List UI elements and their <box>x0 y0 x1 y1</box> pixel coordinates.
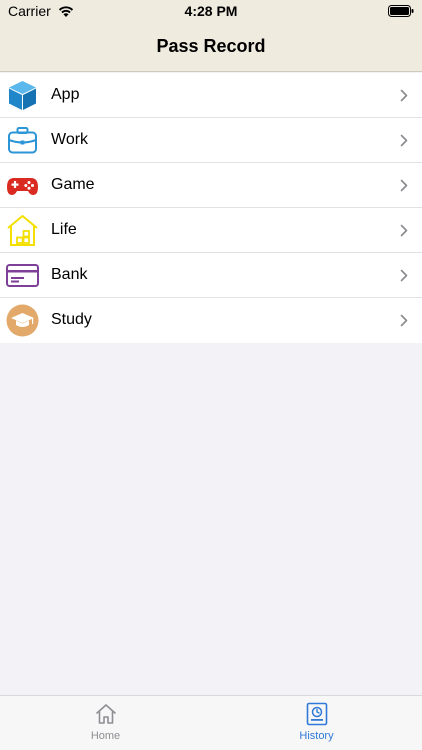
page-title: Pass Record <box>156 36 266 56</box>
tab-home-label: Home <box>90 730 121 742</box>
category-label: Life <box>51 221 77 238</box>
tab-home[interactable]: Home <box>0 696 211 750</box>
navigation-bar: Carrier 4:28 PM Pass Record <box>0 0 422 72</box>
category-list: App Work Game Life Bank Study <box>0 73 422 343</box>
chevron-right-icon <box>400 269 408 282</box>
gamepad-icon <box>7 178 38 195</box>
home-icon <box>95 704 116 724</box>
category-label: App <box>51 86 80 103</box>
chevron-right-icon <box>400 224 408 237</box>
category-row-game[interactable]: Game <box>0 163 422 208</box>
category-row-study[interactable]: Study <box>0 298 422 343</box>
chevron-right-icon <box>400 89 408 102</box>
category-row-bank[interactable]: Bank <box>0 253 422 298</box>
category-row-work[interactable]: Work <box>0 118 422 163</box>
category-label: Bank <box>51 266 88 283</box>
briefcase-icon <box>8 127 37 154</box>
category-row-app[interactable]: App <box>0 73 422 118</box>
category-row-life[interactable]: Life <box>0 208 422 253</box>
battery-icon <box>388 5 414 17</box>
status-bar: Carrier 4:28 PM <box>0 0 422 24</box>
cube-icon <box>9 81 36 110</box>
tab-bar: Home History <box>0 695 422 750</box>
chevron-right-icon <box>400 134 408 147</box>
category-label: Work <box>51 131 89 148</box>
app-screen: Carrier 4:28 PM Pass Record App Work Gam… <box>0 0 422 750</box>
chevron-right-icon <box>400 314 408 327</box>
category-label: Study <box>51 311 92 328</box>
status-time: 4:28 PM <box>184 3 238 19</box>
tab-history[interactable]: History <box>211 696 422 750</box>
history-icon <box>306 702 327 726</box>
house-icon <box>7 215 38 246</box>
graduation-cap-icon <box>6 304 39 337</box>
tab-history-label: History <box>299 730 334 742</box>
category-label: Game <box>51 176 95 193</box>
card-icon <box>6 264 39 287</box>
chevron-right-icon <box>400 179 408 192</box>
